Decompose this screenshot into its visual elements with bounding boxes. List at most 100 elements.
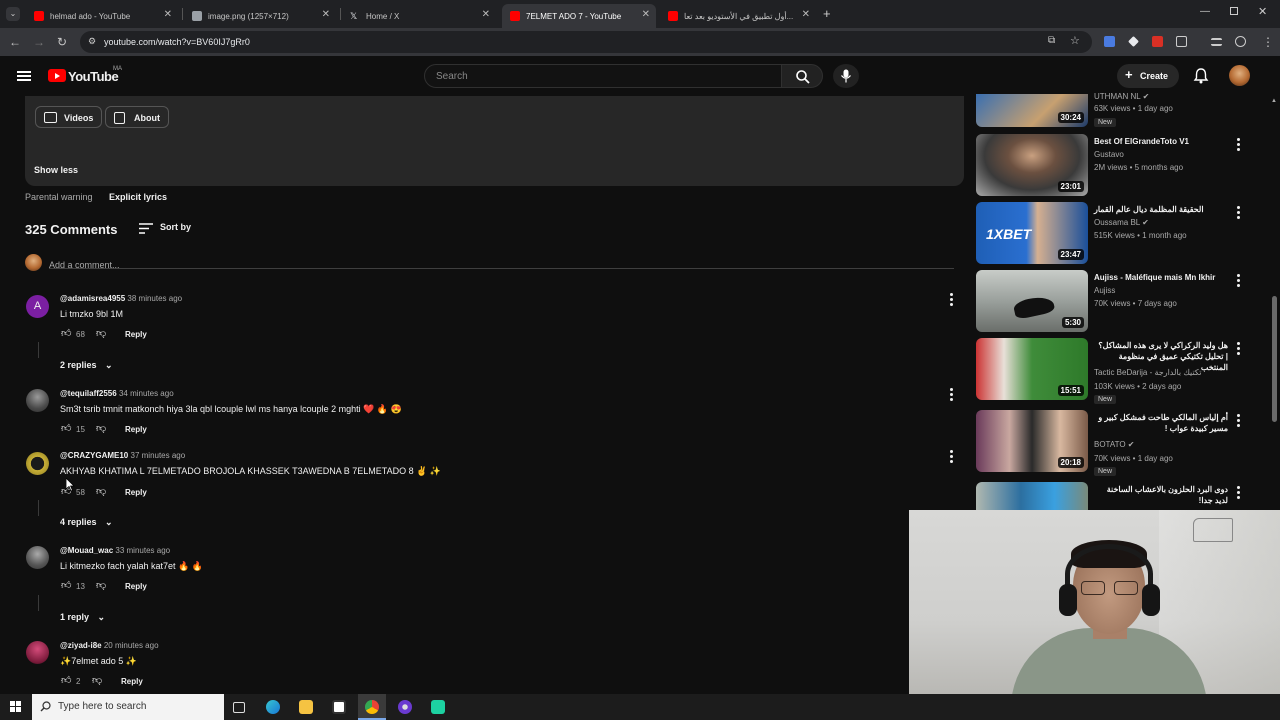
comment-author[interactable]: @tequilaff2556 34 minutes ago [60,389,174,398]
comment-menu-icon[interactable] [950,293,953,306]
browser-tab-3[interactable]: 𝕏 Home / X ✕ [342,4,496,28]
comment-time[interactable]: 37 minutes ago [131,451,186,460]
replies-toggle[interactable]: 1 reply ⌄ [60,612,105,623]
close-tab-icon[interactable]: ✕ [164,9,172,20]
search-button[interactable] [781,64,823,88]
video-menu-icon[interactable] [1237,414,1240,427]
comment-time[interactable]: 33 minutes ago [115,546,170,555]
youtube-logo-icon[interactable] [48,69,66,82]
recommended-video[interactable]: 5:30 Aujiss - Maléfique mais Mn lkhir Au… [976,270,1276,334]
like-icon[interactable]: 👍︎ [61,676,71,686]
video-title[interactable]: Aujiss - Maléfique mais Mn lkhir [1094,272,1228,283]
forward-icon[interactable]: → [33,35,45,49]
author-handle[interactable]: @CRAZYGAME10 [60,451,128,460]
video-channel[interactable]: Gustavo [1094,150,1124,159]
comment-author[interactable]: @Mouad_wac 33 minutes ago [60,546,170,555]
comment-avatar[interactable] [26,546,49,569]
reply-button[interactable]: Reply [121,677,143,686]
video-menu-icon[interactable] [1237,342,1240,355]
reply-button[interactable]: Reply [125,582,147,591]
reload-icon[interactable]: ↻ [57,35,67,49]
video-channel[interactable]: UTHMAN NL ✔ [1094,92,1149,101]
video-channel[interactable]: Tactic BeDarija - تكتيك بالدارجة [1094,368,1202,377]
comment-time[interactable]: 38 minutes ago [127,294,182,303]
create-button[interactable]: + Create [1117,64,1179,88]
youtube-logo-text[interactable]: YouTube [68,69,119,84]
video-thumbnail[interactable]: 20:18 [976,410,1088,472]
back-icon[interactable]: ← [9,35,21,49]
video-title[interactable]: أم إلياس المالكي طاحت فمشكل كبير و مسير … [1094,412,1228,434]
reply-button[interactable]: Reply [125,425,147,434]
extensions-puzzle-icon[interactable] [1176,36,1187,47]
videos-button[interactable]: Videos [35,106,103,128]
scrollbar-up-arrow-icon[interactable]: ▲ [1271,98,1277,104]
browser-menu-icon[interactable]: ⋮ [1262,35,1274,49]
profile-icon[interactable] [1235,36,1246,47]
author-handle[interactable]: @ziyad-i8e [60,641,102,650]
browser-tab-1[interactable]: helmad ado - YouTube ✕ [26,4,178,28]
comment-avatar[interactable] [26,389,49,412]
close-tab-icon[interactable]: ✕ [642,9,650,20]
microsoft-store-icon[interactable] [332,700,346,714]
author-handle[interactable]: @adamisrea4955 [60,294,125,303]
tab-list-chevron-icon[interactable]: ⌄ [6,7,20,21]
video-thumbnail[interactable]: 30:24 [976,94,1088,127]
comment-avatar[interactable] [26,452,49,475]
task-view-icon[interactable] [233,702,245,713]
comment-menu-icon[interactable] [950,450,953,463]
dislike-icon[interactable]: 👎︎ [96,424,106,434]
video-menu-icon[interactable] [1237,274,1240,287]
menu-hamburger-icon[interactable] [17,71,31,81]
close-tab-icon[interactable]: ✕ [482,9,490,20]
install-app-icon[interactable]: ⧉ [1048,35,1055,46]
site-info-icon[interactable]: ⚙ [88,36,96,47]
taskbar-search-input[interactable]: Type here to search [32,694,224,720]
sort-by-button[interactable]: Sort by [139,222,199,236]
show-less-button[interactable]: Show less [34,165,78,175]
new-tab-icon[interactable]: + [823,6,831,21]
comment-author[interactable]: @adamisrea4955 38 minutes ago [60,294,182,303]
url-field[interactable]: ⚙ youtube.com/watch?v=BV60IJ7gRr0 ⧉ ☆ [80,31,1092,53]
about-button[interactable]: About [105,106,169,128]
recommended-video[interactable]: دوى البرد الحلزون بالاعشاب الساخنة لديد … [976,482,1276,510]
restore-icon[interactable] [1230,7,1238,15]
like-icon[interactable]: 👍︎ [61,581,71,591]
video-title[interactable]: دوى البرد الحلزون بالاعشاب الساخنة لديد … [1094,484,1228,506]
browser-tab-5[interactable]: أول تطبيق في الأستوديو بعد تعا... ✕ [660,4,816,28]
comment-author[interactable]: @CRAZYGAME10 37 minutes ago [60,451,185,460]
voice-search-button[interactable] [833,64,859,88]
comment-menu-icon[interactable] [950,388,953,401]
browser-tab-4-active[interactable]: 7ELMET ADO 7 - YouTube ✕ [502,4,656,28]
capcut-app-icon[interactable] [431,700,445,714]
add-comment-input[interactable]: Add a comment... [49,255,954,270]
sidebar-scrollbar[interactable]: ▲ [1270,96,1278,510]
recommended-video[interactable]: 15:51 هل وليد الركراكي لا يرى هذه المشاك… [976,338,1276,404]
notifications-bell-icon[interactable] [1193,68,1209,84]
video-title[interactable]: الحقيقة المظلمة ديال عالم القمار [1094,204,1228,215]
bookmark-star-icon[interactable]: ☆ [1070,34,1080,47]
translate-extension-icon[interactable] [1104,36,1115,47]
dislike-icon[interactable]: 👎︎ [92,676,102,686]
recommended-video[interactable]: 23:01 Best Of ElGrandeToto V1 Gustavo 2M… [976,134,1276,198]
comment-author[interactable]: @ziyad-i8e 20 minutes ago [60,641,159,650]
dislike-icon[interactable]: 👎︎ [96,487,106,497]
user-avatar[interactable] [1229,65,1250,86]
obs-studio-icon[interactable] [398,700,412,714]
scrollbar-thumb[interactable] [1272,296,1277,422]
reading-list-icon[interactable] [1211,38,1222,46]
video-channel[interactable]: Aujiss [1094,286,1115,295]
reply-button[interactable]: Reply [125,330,147,339]
like-icon[interactable]: 👍︎ [61,329,71,339]
extension-diamond-icon[interactable] [1128,36,1139,47]
replies-toggle[interactable]: 4 replies ⌄ [60,517,113,528]
video-channel[interactable]: BOTATO ✔ [1094,440,1134,449]
minimize-icon[interactable]: — [1200,6,1210,17]
edge-browser-icon[interactable] [266,700,280,714]
video-thumbnail[interactable]: 1XBET 23:47 [976,202,1088,264]
comment-avatar[interactable]: A [26,295,49,318]
comment-time[interactable]: 20 minutes ago [104,641,159,650]
video-thumbnail[interactable]: 5:30 [976,270,1088,332]
video-menu-icon[interactable] [1237,206,1240,219]
video-channel[interactable]: Oussama BL ✔ [1094,218,1149,227]
like-icon[interactable]: 👍︎ [61,424,71,434]
